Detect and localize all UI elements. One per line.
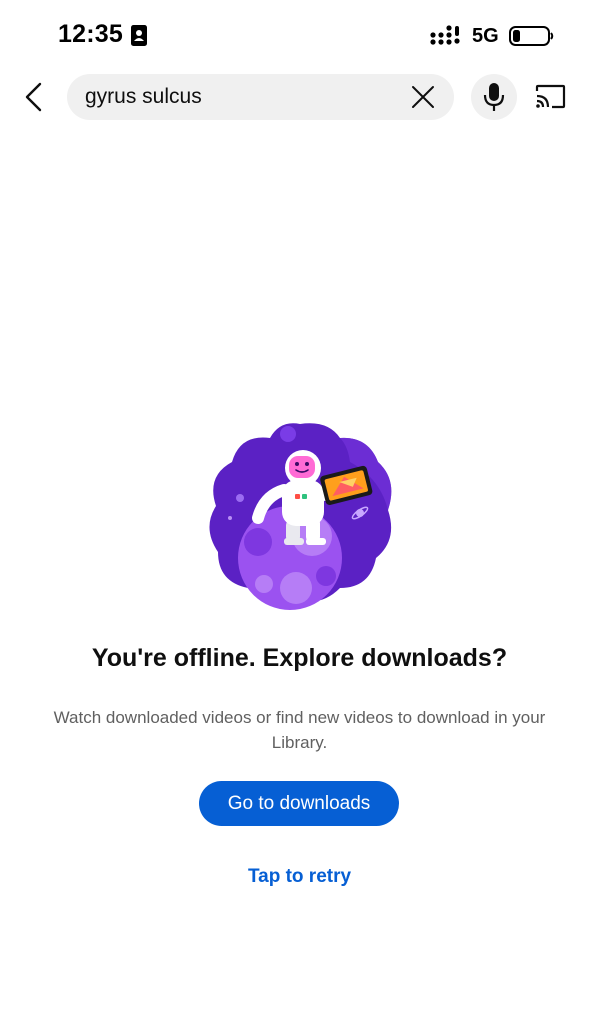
back-button[interactable] — [14, 77, 54, 117]
voice-search-button[interactable] — [471, 74, 517, 120]
status-time: 12:35 — [58, 20, 123, 48]
tap-to-retry-link[interactable]: Tap to retry — [0, 866, 599, 888]
contact-card-icon — [131, 25, 147, 46]
search-input[interactable]: gyrus sulcus — [85, 74, 395, 120]
astronaut-on-planet-icon — [209, 423, 392, 610]
battery-icon — [509, 26, 554, 46]
offline-search-screen: 12:35 5G gyrus sulcus You're offline. Ex… — [0, 0, 599, 1024]
offline-message: Watch downloaded videos or find new vide… — [53, 708, 546, 752]
cast-button[interactable] — [530, 78, 570, 116]
go-to-downloads-button[interactable]: Go to downloads — [199, 781, 399, 826]
clear-search-button[interactable] — [407, 81, 439, 113]
signal-icon — [430, 25, 460, 45]
status-bar: 12:35 5G — [0, 0, 599, 64]
cast-icon — [535, 84, 566, 109]
back-arrow-icon — [25, 82, 42, 112]
search-box[interactable]: gyrus sulcus — [67, 74, 454, 120]
network-label: 5G — [472, 25, 499, 47]
close-icon — [412, 86, 434, 108]
microphone-icon — [483, 83, 505, 111]
offline-title: You're offline. Explore downloads? — [91, 644, 508, 672]
